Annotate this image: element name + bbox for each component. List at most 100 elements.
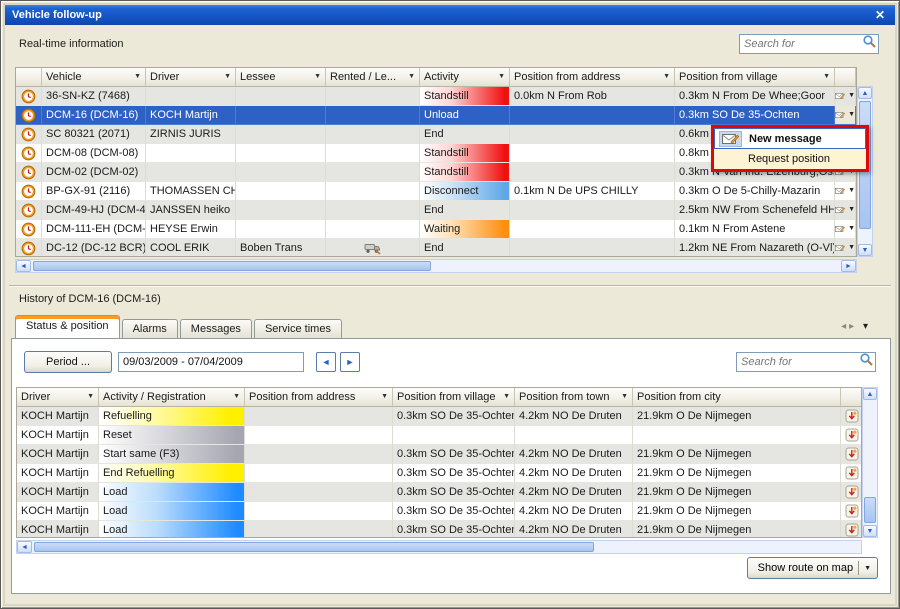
title-bar[interactable]: Vehicle follow-up ✕ (5, 5, 895, 25)
cell-driver (146, 87, 236, 106)
tab-list-dropdown-icon[interactable]: ▾ (863, 321, 871, 332)
h-scroll-thumb[interactable] (34, 542, 594, 552)
history-row[interactable]: KOCH MartijnRefuelling0.3km SO De 35-Och… (17, 407, 861, 426)
tab-alarms[interactable]: Alarms (122, 319, 178, 338)
sort-arrow-icon[interactable]: ▼ (659, 69, 670, 85)
column-header[interactable]: Activity▼ (420, 68, 510, 87)
tab-service-times[interactable]: Service times (254, 319, 342, 338)
scroll-down-icon[interactable]: ▼ (863, 525, 877, 537)
vehicle-row[interactable]: 36-SN-KZ (7468)Standstill0.0km N From Ro… (16, 87, 856, 106)
position-report-button[interactable] (841, 464, 862, 483)
tab-scroll-right-icon[interactable]: ▸ (849, 321, 857, 332)
scroll-up-icon[interactable]: ▲ (858, 87, 872, 99)
column-header[interactable]: Activity / Registration▼ (99, 388, 245, 407)
column-header[interactable]: Driver▼ (146, 68, 236, 87)
period-button[interactable]: Period ... (24, 351, 112, 373)
position-report-button[interactable] (841, 483, 862, 502)
search-icon[interactable] (857, 352, 875, 372)
v-scroll-thumb[interactable] (864, 497, 876, 523)
column-header[interactable]: Position from address▼ (510, 68, 675, 87)
dropdown-arrow-icon[interactable]: ▼ (848, 88, 855, 104)
history-search-box[interactable] (736, 352, 876, 372)
sort-arrow-icon[interactable]: ▼ (494, 69, 505, 85)
message-dropdown-button[interactable]: ▼ (835, 201, 856, 220)
column-header[interactable]: Position from address▼ (245, 388, 393, 407)
message-dropdown-button[interactable]: ▼ (835, 106, 856, 125)
cell-lessee (236, 163, 326, 182)
vehicle-row[interactable]: BP-GX-91 (2116)THOMASSEN CH...Disconnect… (16, 182, 856, 201)
cell-activity: Standstill (420, 163, 510, 182)
scroll-right-icon[interactable]: ► (841, 260, 856, 272)
column-header[interactable]: Lessee▼ (236, 68, 326, 87)
history-row[interactable]: KOCH MartijnReset (17, 426, 861, 445)
sort-arrow-icon[interactable]: ▼ (220, 69, 231, 85)
context-menu-item[interactable]: Request position (714, 149, 866, 169)
history-row[interactable]: KOCH MartijnLoad0.3km SO De 35-Ochten4.2… (17, 502, 861, 521)
vehicle-row[interactable]: DCM-49-HJ (DCM-49)JANSSEN heikoEnd2.5km … (16, 201, 856, 220)
position-report-button[interactable] (841, 502, 862, 521)
position-report-button[interactable] (841, 426, 862, 445)
dropdown-arrow-icon[interactable]: ▼ (848, 183, 855, 199)
realtime-search-input[interactable] (740, 38, 860, 50)
sort-arrow-icon[interactable]: ▼ (83, 389, 94, 405)
sort-arrow-icon[interactable]: ▼ (819, 69, 830, 85)
dropdown-arrow-icon[interactable]: ▼ (848, 107, 855, 123)
scroll-left-icon[interactable]: ◄ (16, 260, 31, 272)
period-range-input[interactable] (118, 352, 304, 372)
scroll-left-icon[interactable]: ◄ (17, 541, 32, 553)
position-report-icon (845, 466, 859, 480)
tab-scroll-left-icon[interactable]: ◂ (841, 321, 849, 332)
period-next-button[interactable]: ► (340, 352, 360, 372)
column-header[interactable]: Position from city (633, 388, 841, 407)
sort-arrow-icon[interactable]: ▼ (229, 389, 240, 405)
history-h-scrollbar[interactable]: ◄ (16, 540, 862, 554)
history-row[interactable]: KOCH MartijnEnd Refuelling0.3km SO De 35… (17, 464, 861, 483)
cell-activity: End (420, 239, 510, 257)
message-dropdown-button[interactable]: ▼ (835, 239, 856, 257)
chevron-down-icon[interactable]: ▼ (864, 565, 871, 572)
dropdown-arrow-icon[interactable]: ▼ (848, 221, 855, 237)
sort-arrow-icon[interactable]: ▼ (310, 69, 321, 85)
column-header[interactable]: Position from town▼ (515, 388, 633, 407)
show-route-button[interactable]: Show route on map ▼ (747, 557, 878, 579)
position-report-icon (845, 523, 859, 537)
history-row[interactable]: KOCH MartijnLoad0.3km SO De 35-Ochten4.2… (17, 483, 861, 502)
history-v-scrollbar[interactable]: ▲ ▼ (862, 387, 878, 538)
close-icon[interactable]: ✕ (871, 5, 889, 25)
dropdown-arrow-icon[interactable]: ▼ (848, 240, 855, 256)
cell-position-address (510, 106, 675, 125)
column-header[interactable]: Position from village▼ (393, 388, 515, 407)
sort-arrow-icon[interactable]: ▼ (499, 389, 510, 405)
vehicle-row[interactable]: DC-12 (DC-12 BCR)COOL ERIKBoben TransEnd… (16, 239, 856, 257)
position-report-button[interactable] (841, 521, 862, 538)
column-header[interactable]: Vehicle▼ (42, 68, 146, 87)
position-report-button[interactable] (841, 407, 862, 426)
history-row[interactable]: KOCH MartijnLoad0.3km SO De 35-Ochten4.2… (17, 521, 861, 538)
vehicle-row[interactable]: DCM-111-EH (DCM-...HEYSE ErwinWaiting0.1… (16, 220, 856, 239)
sort-arrow-icon[interactable]: ▼ (404, 69, 415, 85)
position-report-button[interactable] (841, 445, 862, 464)
dropdown-arrow-icon[interactable]: ▼ (848, 202, 855, 218)
column-header[interactable]: Driver▼ (17, 388, 99, 407)
message-dropdown-button[interactable]: ▼ (835, 220, 856, 239)
realtime-search-box[interactable] (739, 34, 879, 54)
h-scroll-thumb[interactable] (33, 261, 431, 271)
search-icon[interactable] (860, 34, 878, 54)
scroll-down-icon[interactable]: ▼ (858, 244, 872, 256)
history-row[interactable]: KOCH MartijnStart same (F3)0.3km SO De 3… (17, 445, 861, 464)
column-header[interactable]: Position from village▼ (675, 68, 835, 87)
period-prev-button[interactable]: ◄ (316, 352, 336, 372)
scroll-up-icon[interactable]: ▲ (863, 388, 877, 400)
history-search-input[interactable] (737, 356, 857, 368)
tab-messages[interactable]: Messages (180, 319, 252, 338)
column-header[interactable]: Rented / Le...▼ (326, 68, 420, 87)
context-menu-item[interactable]: New message (714, 128, 866, 149)
sort-arrow-icon[interactable]: ▼ (130, 69, 141, 85)
message-dropdown-button[interactable]: ▼ (835, 182, 856, 201)
realtime-h-scrollbar[interactable]: ◄ ► (15, 259, 857, 273)
sort-arrow-icon[interactable]: ▼ (377, 389, 388, 405)
sort-arrow-icon[interactable]: ▼ (617, 389, 628, 405)
vehicle-row[interactable]: DCM-16 (DCM-16)KOCH MartijnUnload0.3km S… (16, 106, 856, 125)
message-dropdown-button[interactable]: ▼ (835, 87, 856, 106)
tab-status-position[interactable]: Status & position (15, 315, 120, 338)
